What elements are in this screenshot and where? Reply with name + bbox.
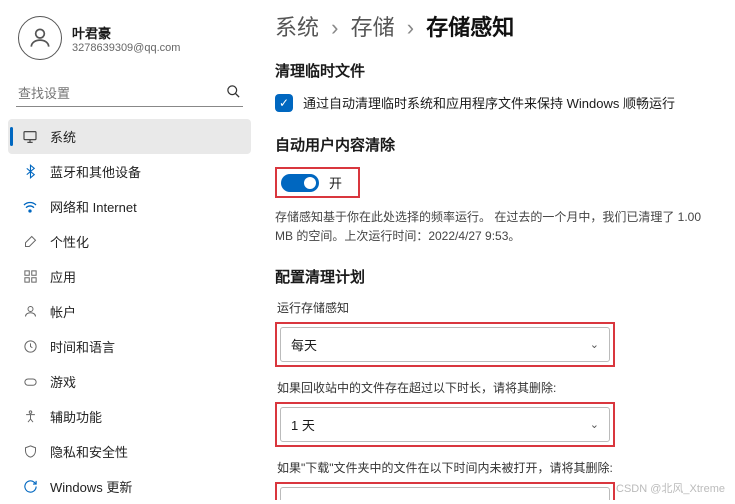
highlight-toggle: 开: [275, 167, 360, 198]
highlight-select-2: 1 天 ⌄: [275, 402, 615, 447]
chevron-right-icon: ›: [331, 15, 338, 40]
update-icon: [22, 479, 38, 495]
search-icon: [226, 84, 241, 102]
toggle-label: 开: [329, 173, 342, 192]
nav-label: 帐户: [50, 302, 76, 321]
nav-privacy[interactable]: 隐私和安全性: [8, 434, 251, 469]
chevron-down-icon: ⌄: [590, 418, 599, 431]
section-auto-title: 自动用户内容清除: [275, 134, 717, 155]
select-value: 每天: [291, 335, 317, 354]
nav-bluetooth[interactable]: 蓝牙和其他设备: [8, 154, 251, 189]
nav-personalize[interactable]: 个性化: [8, 224, 251, 259]
breadcrumb-current: 存储感知: [426, 15, 514, 40]
bluetooth-icon: [22, 164, 38, 180]
gaming-icon: [22, 374, 38, 390]
nav-label: 蓝牙和其他设备: [50, 162, 141, 181]
nav-label: 系统: [50, 127, 76, 146]
shield-icon: [22, 444, 38, 460]
select-value: 1 天: [291, 415, 315, 434]
toggle-switch[interactable]: [281, 174, 319, 192]
clock-icon: [22, 339, 38, 355]
chevron-right-icon: ›: [407, 15, 414, 40]
chevron-down-icon: ⌄: [590, 338, 599, 351]
highlight-select-3: 1 天 ⌄: [275, 482, 615, 500]
main-content: 系统 › 存储 › 存储感知 清理临时文件 ✓ 通过自动清理临时系统和应用程序文…: [255, 0, 735, 500]
nav-label: 时间和语言: [50, 337, 115, 356]
breadcrumb-l2[interactable]: 存储: [351, 15, 395, 40]
nav-time[interactable]: 时间和语言: [8, 329, 251, 364]
checkbox-checked-icon[interactable]: ✓: [275, 94, 293, 112]
nav-label: 网络和 Internet: [50, 197, 137, 216]
nav-label: 隐私和安全性: [50, 442, 128, 461]
user-name: 叶君豪: [72, 23, 180, 42]
highlight-select-1: 每天 ⌄: [275, 322, 615, 367]
checkbox-label: 通过自动清理临时系统和应用程序文件来保持 Windows 顺畅运行: [303, 93, 675, 112]
nav-label: 辅助功能: [50, 407, 102, 426]
sidebar: 叶君豪 3278639309@qq.com 系统 蓝牙和其他设备 网络和 Int…: [0, 0, 255, 500]
field-downloads-label: 如果"下载"文件夹中的文件在以下时间内未被打开，请将其删除:: [277, 459, 717, 476]
nav-apps[interactable]: 应用: [8, 259, 251, 294]
downloads-select[interactable]: 1 天 ⌄: [280, 487, 610, 500]
section-schedule-title: 配置清理计划: [275, 266, 717, 287]
nav-update[interactable]: Windows 更新: [8, 469, 251, 504]
nav-label: 个性化: [50, 232, 89, 251]
select-value: 1 天: [291, 495, 315, 500]
section-temp-title: 清理临时文件: [275, 60, 717, 81]
auto-clean-description: 存储感知基于你在此处选择的频率运行。 在过去的一个月中，我们已清理了 1.00 …: [275, 208, 717, 246]
breadcrumb-l1[interactable]: 系统: [275, 15, 319, 40]
breadcrumb: 系统 › 存储 › 存储感知: [275, 10, 717, 42]
user-email: 3278639309@qq.com: [72, 42, 180, 54]
nav-label: 应用: [50, 267, 76, 286]
recycle-bin-select[interactable]: 1 天 ⌄: [280, 407, 610, 442]
nav-network[interactable]: 网络和 Internet: [8, 189, 251, 224]
search-box[interactable]: [16, 80, 243, 107]
nav-label: Windows 更新: [50, 477, 132, 496]
temp-files-checkbox-row[interactable]: ✓ 通过自动清理临时系统和应用程序文件来保持 Windows 顺畅运行: [275, 93, 717, 112]
field-run-label: 运行存储感知: [277, 299, 717, 316]
nav: 系统 蓝牙和其他设备 网络和 Internet 个性化 应用 帐户: [8, 119, 251, 504]
field-recycle-label: 如果回收站中的文件存在超过以下时长，请将其删除:: [277, 379, 717, 396]
watermark: CSDN @北风_Xtreme: [616, 480, 725, 496]
user-profile[interactable]: 叶君豪 3278639309@qq.com: [8, 14, 251, 72]
search-input[interactable]: [18, 86, 226, 101]
wifi-icon: [22, 199, 38, 215]
accessibility-icon: [22, 409, 38, 425]
nav-gaming[interactable]: 游戏: [8, 364, 251, 399]
nav-label: 游戏: [50, 372, 76, 391]
avatar: [18, 16, 62, 60]
apps-icon: [22, 269, 38, 285]
brush-icon: [22, 234, 38, 250]
nav-accessibility[interactable]: 辅助功能: [8, 399, 251, 434]
run-frequency-select[interactable]: 每天 ⌄: [280, 327, 610, 362]
nav-system[interactable]: 系统: [8, 119, 251, 154]
account-icon: [22, 304, 38, 320]
nav-accounts[interactable]: 帐户: [8, 294, 251, 329]
system-icon: [22, 129, 38, 145]
